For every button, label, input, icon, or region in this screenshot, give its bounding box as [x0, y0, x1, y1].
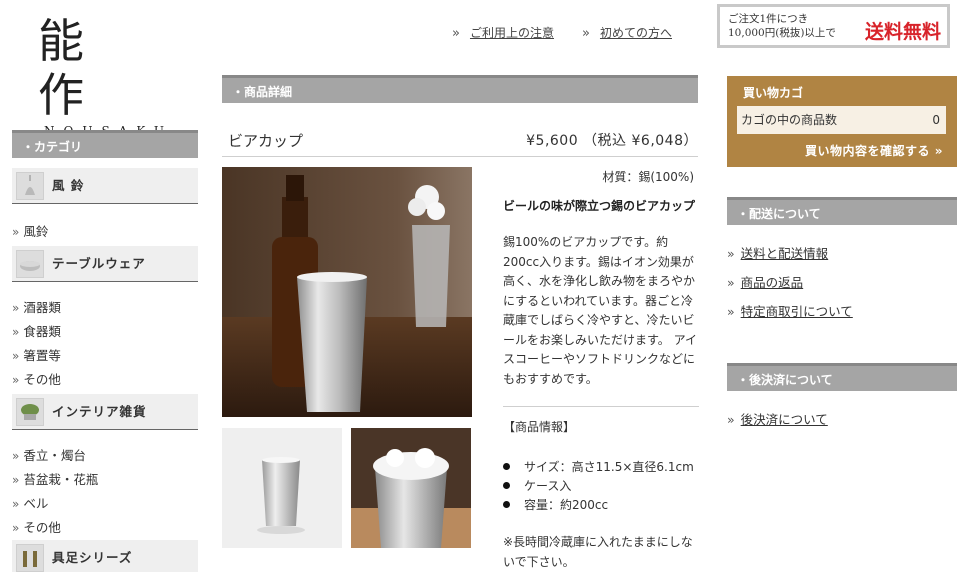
bullet-dot-icon: [503, 501, 510, 508]
category-link-label: その他: [23, 372, 61, 387]
bullet-dot-icon: [503, 482, 510, 489]
spec-text: ケース入: [524, 479, 572, 493]
category-group-tableware[interactable]: テーブルウェア: [12, 246, 198, 282]
category-link-label: 酒器類: [23, 300, 61, 315]
category-link-other[interactable]: » その他: [12, 517, 61, 536]
header-link-usage-notes[interactable]: » ご利用上の注意: [452, 24, 554, 41]
title-divider: [222, 156, 698, 157]
cart-count-value: 0: [932, 113, 940, 127]
right-link-label: 特定商取引について: [740, 304, 853, 319]
category-link-label: その他: [23, 520, 61, 535]
furin-thumbnail: [16, 172, 44, 200]
double-chevron-right-icon: »: [12, 325, 20, 339]
product-detail-header: ・商品詳細: [222, 75, 698, 103]
double-chevron-right-icon: »: [12, 349, 20, 363]
category-title: 風 鈴: [52, 178, 85, 193]
free-shipping-banner: ご注文1件につき 10,000円(税抜)以上で 送料無料: [717, 4, 950, 48]
category-group-interior[interactable]: インテリア雑貨: [12, 394, 198, 430]
category-link-incense[interactable]: » 香立・燭台: [12, 445, 86, 464]
double-chevron-right-icon: »: [12, 301, 20, 315]
product-material: 材質：錫(100%): [602, 170, 694, 184]
category-link-sake-ware[interactable]: » 酒器類: [12, 297, 61, 316]
cart-title: 買い物カゴ: [743, 86, 804, 100]
category-header: ・カテゴリ: [12, 130, 198, 158]
gusoku-thumbnail: [16, 544, 44, 572]
category-title: テーブルウェア: [52, 256, 146, 271]
cart-count-label: カゴの中の商品数: [741, 113, 838, 127]
info-divider: [503, 406, 699, 407]
shipping-highlight: 送料無料: [864, 21, 941, 43]
double-chevron-right-icon: »: [12, 473, 20, 487]
category-link-chopstick-rests[interactable]: » 箸置等: [12, 345, 61, 364]
product-description: 錫100%のビアカップです。約200cc入ります。錫はイオン効果が高く、水を浄化…: [503, 235, 698, 386]
product-thumbnail-1[interactable]: [222, 428, 342, 548]
logo-kanji: 能 作: [38, 14, 96, 122]
double-chevron-right-icon: »: [934, 144, 943, 158]
category-link-bell[interactable]: » ベル: [12, 493, 48, 512]
shopping-cart-box: 買い物カゴ カゴの中の商品数 0 買い物内容を確認する »: [727, 76, 957, 167]
category-link-label: ベル: [23, 496, 49, 511]
category-link-label: 箸置等: [23, 348, 61, 363]
category-link-label: 食器類: [23, 324, 61, 339]
category-link-tableware[interactable]: » 食器類: [12, 321, 61, 340]
header-link-label: 初めての方へ: [599, 26, 672, 40]
category-link-label: 風鈴: [23, 224, 49, 239]
product-main-photo[interactable]: [222, 167, 472, 417]
double-chevron-right-icon: »: [12, 521, 20, 535]
right-link-label: 商品の返品: [740, 275, 804, 290]
category-group-furin[interactable]: 風 鈴: [12, 168, 198, 204]
category-link-bonsai[interactable]: » 苔盆栽・花瓶: [12, 469, 98, 488]
category-link-label: 香立・燭台: [23, 448, 86, 463]
double-chevron-right-icon: »: [727, 412, 735, 427]
header-link-label: ご利用上の注意: [469, 26, 554, 40]
site-logo[interactable]: 能 作 NOUSAKU: [38, 14, 178, 138]
product-info-header: 【商品情報】: [503, 420, 576, 434]
returns-link[interactable]: » 商品の返品: [727, 272, 803, 291]
cart-count-row: カゴの中の商品数 0: [737, 106, 946, 134]
spec-text: サイズ：高さ11.5×直径6.1cm: [524, 460, 694, 474]
double-chevron-right-icon: »: [727, 246, 735, 261]
view-cart-label: 買い物内容を確認する: [805, 144, 931, 158]
spec-text: 容量：約200cc: [524, 498, 609, 512]
spec-item: ケース入: [503, 477, 571, 494]
double-chevron-right-icon: »: [727, 304, 735, 319]
product-name: ビアカップ: [228, 132, 304, 150]
product-catch-copy: ビールの味が際立つ錫のビアカップ: [503, 199, 696, 213]
double-chevron-right-icon: »: [12, 373, 20, 387]
header-link-first-time[interactable]: » 初めての方へ: [582, 24, 672, 41]
double-chevron-right-icon: »: [12, 497, 20, 511]
right-link-label: 後決済について: [740, 412, 828, 427]
double-chevron-right-icon: »: [582, 26, 590, 41]
right-link-label: 送料と配送情報: [740, 246, 829, 261]
category-title: 具足シリーズ: [52, 550, 133, 565]
shipping-info-header: ・配送について: [727, 197, 957, 225]
product-note: ※長時間冷蔵庫に入れたままにしないで下さい。: [503, 535, 693, 569]
bullet-dot-icon: [503, 463, 510, 470]
double-chevron-right-icon: »: [727, 275, 735, 290]
category-link-other[interactable]: » その他: [12, 369, 61, 388]
tableware-thumbnail: [16, 250, 44, 278]
commercial-law-link[interactable]: » 特定商取引について: [727, 301, 853, 320]
spec-item: サイズ：高さ11.5×直径6.1cm: [503, 458, 694, 475]
double-chevron-right-icon: »: [12, 449, 20, 463]
category-link-label: 苔盆栽・花瓶: [23, 472, 99, 487]
double-chevron-right-icon: »: [452, 26, 460, 41]
postpay-header: ・後決済について: [727, 363, 957, 391]
product-price: ¥5,600 （税込 ¥6,048）: [526, 133, 698, 149]
product-thumbnail-2[interactable]: [351, 428, 471, 548]
shipping-fees-link[interactable]: » 送料と配送情報: [727, 243, 828, 262]
category-group-gusoku[interactable]: 具足シリーズ: [12, 540, 198, 572]
category-link-furin[interactable]: » 風鈴: [12, 221, 48, 240]
spec-item: 容量：約200cc: [503, 496, 608, 513]
double-chevron-right-icon: »: [12, 225, 20, 239]
view-cart-button[interactable]: 買い物内容を確認する »: [805, 142, 943, 159]
postpay-link[interactable]: » 後決済について: [727, 409, 828, 428]
category-title: インテリア雑貨: [52, 404, 147, 419]
interior-thumbnail: [16, 398, 44, 426]
